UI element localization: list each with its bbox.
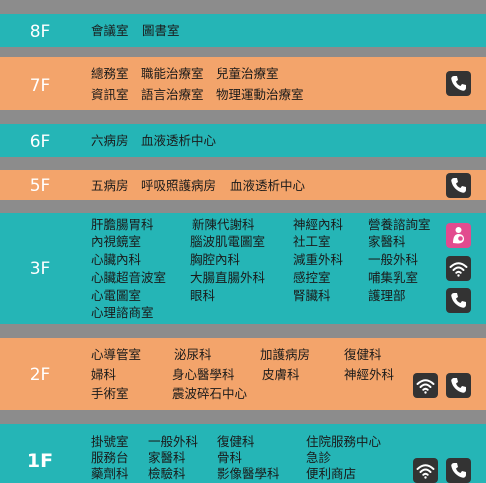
- room-label: 圖書室: [142, 23, 180, 38]
- floor-5f-label: 5F: [29, 176, 51, 196]
- room-label: 感控室: [293, 270, 331, 285]
- room-label: 住院服務中心: [306, 434, 382, 449]
- room-label: 資訊室: [91, 87, 129, 102]
- room-label: 神經內科: [293, 217, 344, 232]
- room-label: 一般外科: [368, 252, 419, 267]
- room-label: 大腸直腸外科: [190, 270, 266, 285]
- room-label: 婦科: [91, 367, 117, 382]
- room-label: 藥劑科: [91, 466, 129, 481]
- room-label: 震波碎石中心: [172, 386, 248, 401]
- room-label: 職能治療室: [141, 66, 204, 81]
- room-label: 血液透析中心: [141, 133, 217, 148]
- room-label: 減重外科: [293, 252, 344, 267]
- room-label: 一般外科: [148, 434, 199, 449]
- room-label: 服務台: [91, 450, 129, 465]
- room-label: 急診: [306, 450, 332, 465]
- nursing-room-icon: [446, 223, 471, 248]
- room-label: 手術室: [91, 386, 129, 401]
- floor-3f-band: 3F 肝膽腸胃科 內視鏡室 心臟內科 心臟超音波室 心電圖室 心理諮商室 新陳代…: [0, 213, 486, 324]
- phone-icon: [446, 288, 471, 313]
- floor-1f-band: 1F 掛號室 一般外科 復健科 住院服務中心 服務台 家醫科 骨科 急診 藥劑科…: [0, 424, 486, 483]
- room-label: 內視鏡室: [91, 234, 142, 249]
- floor-7f-label: 7F: [29, 76, 51, 96]
- floor-5f-band: 5F 五病房 呼吸照護病房 血液透析中心: [0, 170, 486, 200]
- room-label: 血液透析中心: [230, 178, 306, 193]
- room-label: 兒童治療室: [216, 66, 279, 81]
- floor-3f-label: 3F: [29, 259, 51, 279]
- floor-1f-label: 1F: [26, 450, 54, 472]
- room-label: 心導管室: [91, 347, 142, 362]
- room-label: 眼科: [190, 288, 216, 303]
- room-label: 護理部: [368, 288, 406, 303]
- phone-icon: [446, 373, 471, 398]
- room-label: 骨科: [217, 450, 243, 465]
- room-label: 皮膚科: [262, 367, 300, 382]
- floor-2f-label: 2F: [29, 365, 51, 385]
- room-label: 哺集乳室: [368, 270, 419, 285]
- room-label: 泌尿科: [174, 347, 212, 362]
- floor-6f-band: 6F 六病房 血液透析中心: [0, 124, 486, 157]
- wifi-icon: [413, 458, 438, 483]
- room-label: 掛號室: [91, 434, 129, 449]
- room-label: 腦波肌電圖室: [190, 234, 266, 249]
- room-label: 語言治療室: [141, 87, 204, 102]
- room-label: 心臟內科: [91, 252, 142, 267]
- phone-icon: [446, 71, 471, 96]
- room-label: 心電圖室: [91, 288, 142, 303]
- room-label: 便利商店: [306, 466, 357, 481]
- room-label: 胸腔內科: [190, 252, 241, 267]
- floor-6f-label: 6F: [29, 132, 51, 152]
- room-label: 物理運動治療室: [216, 87, 304, 102]
- room-label: 肝膽腸胃科: [91, 217, 154, 232]
- floor-8f-band: 8F 會議室 圖書室: [0, 14, 486, 47]
- room-label: 加護病房: [260, 347, 311, 362]
- floor-7f-band: 7F 總務室 職能治療室 兒童治療室 資訊室 語言治療室 物理運動治療室: [0, 57, 486, 110]
- room-label: 營養諮詢室: [368, 217, 431, 232]
- room-label: 會議室: [91, 23, 129, 38]
- room-label: 新陳代謝科: [192, 217, 255, 232]
- room-label: 呼吸照護病房: [141, 178, 217, 193]
- room-label: 家醫科: [368, 234, 406, 249]
- room-label: 腎臟科: [293, 288, 331, 303]
- room-label: 社工室: [293, 234, 331, 249]
- room-label: 復健科: [344, 347, 382, 362]
- room-label: 家醫科: [148, 450, 186, 465]
- floor-8f-label: 8F: [29, 22, 51, 42]
- phone-icon: [446, 458, 471, 483]
- floor-2f-band: 2F 心導管室 泌尿科 加護病房 復健科 婦科 身心醫學科 皮膚科 神經外科 手…: [0, 338, 486, 410]
- wifi-icon: [446, 256, 471, 281]
- room-label: 復健科: [217, 434, 255, 449]
- wifi-icon: [413, 373, 438, 398]
- room-label: 五病房: [91, 178, 129, 193]
- phone-icon: [446, 173, 471, 198]
- room-label: 影像醫學科: [217, 466, 280, 481]
- room-label: 神經外科: [344, 367, 395, 382]
- room-label: 心理諮商室: [91, 305, 154, 320]
- room-label: 心臟超音波室: [91, 270, 167, 285]
- room-label: 六病房: [91, 133, 129, 148]
- room-label: 檢驗科: [148, 466, 186, 481]
- room-label: 身心醫學科: [172, 367, 235, 382]
- room-label: 總務室: [91, 66, 129, 81]
